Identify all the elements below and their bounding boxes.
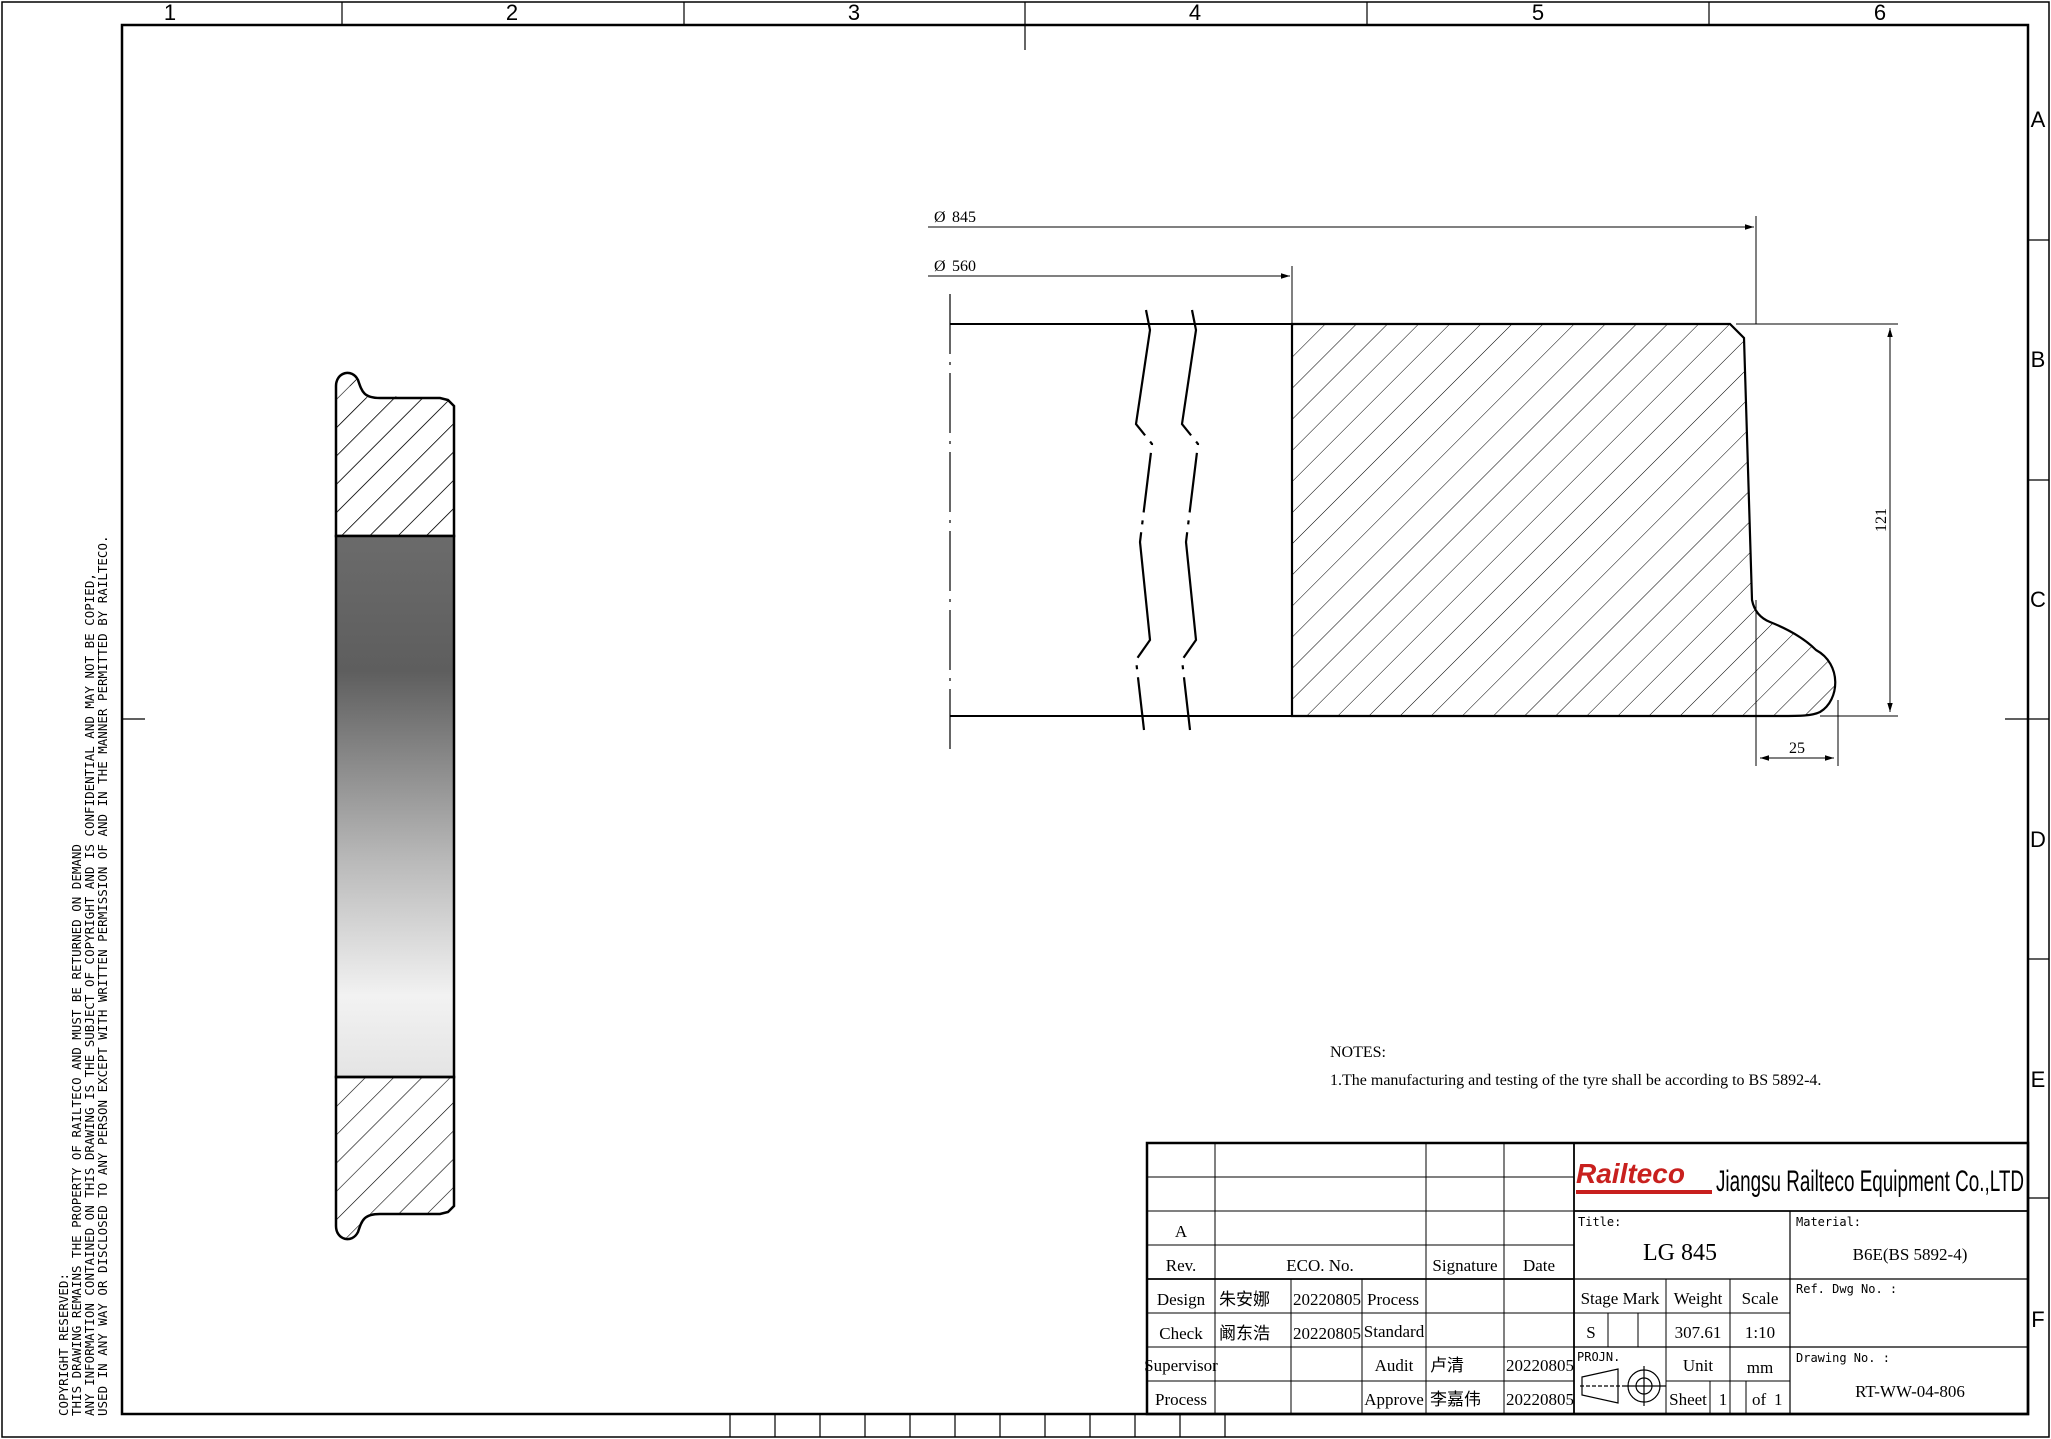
- stage-mark-label: Stage Mark: [1581, 1289, 1660, 1308]
- date-label: Date: [1523, 1256, 1555, 1275]
- of-label: of: [1752, 1390, 1767, 1409]
- audit-label: Audit: [1375, 1356, 1414, 1375]
- outer-diameter-value: 845: [952, 209, 976, 226]
- flange-value: 25: [1789, 740, 1805, 757]
- scale-label: Scale: [1742, 1289, 1779, 1308]
- copyright-notice: COPYRIGHT RESERVED: THIS DRAWING REMAINS…: [56, 536, 110, 1417]
- eco-label: ECO. No.: [1286, 1256, 1354, 1275]
- scale-value: 1:10: [1745, 1323, 1775, 1342]
- drawing-sheet: 1 2 3 4 5 6 A B C D E F COPYRIGHT RESERV…: [1, 0, 2050, 1438]
- design-label: Design: [1157, 1290, 1206, 1309]
- zone-col-5: 5: [1532, 0, 1544, 25]
- company-name: Jiangsu Railteco Equipment Co.,LTD: [1716, 1165, 2024, 1198]
- dimension-inner-diameter: Ø 560: [928, 258, 1293, 324]
- logo-underline: [1576, 1190, 1712, 1194]
- outer-diameter-symbol: Ø: [934, 209, 946, 226]
- title-label: Title:: [1578, 1215, 1621, 1229]
- material-label: Material:: [1796, 1215, 1861, 1229]
- profile-hatched-area: [1290, 322, 1837, 718]
- break-line-right: [1180, 309, 1200, 731]
- approve-name: 李嘉伟: [1430, 1390, 1481, 1409]
- rev-value: A: [1175, 1222, 1188, 1241]
- zone-row-a: A: [2031, 107, 2046, 132]
- standard-label: Standard: [1364, 1322, 1425, 1341]
- inner-diameter-symbol: Ø: [934, 258, 946, 275]
- tyre-section-bottom-outline: [334, 1075, 456, 1241]
- check-date: 20220805: [1293, 1324, 1361, 1343]
- ref-dwg-label: Ref. Dwg No. :: [1796, 1282, 1897, 1296]
- logo-text: Railteco: [1576, 1158, 1685, 1189]
- approve-label: Approve: [1364, 1390, 1423, 1409]
- unit-label: Unit: [1683, 1356, 1714, 1375]
- inner-diameter-value: 560: [952, 258, 976, 275]
- check-name: 阚东浩: [1219, 1324, 1270, 1343]
- sheet-label: Sheet: [1669, 1390, 1707, 1409]
- tyre-profile-detail: [949, 294, 1837, 756]
- zone-row-d: D: [2030, 827, 2046, 852]
- zone-row-f: F: [2031, 1307, 2044, 1332]
- notes-heading: NOTES:: [1330, 1044, 1386, 1061]
- unit-value: mm: [1747, 1358, 1773, 1377]
- height-value: 121: [1873, 508, 1890, 532]
- approve-date: 20220805: [1506, 1390, 1574, 1409]
- tyre-section-view: [334, 371, 456, 1241]
- drawing-no-value: RT-WW-04-806: [1855, 1382, 1965, 1401]
- sheet-total: 1: [1774, 1390, 1783, 1409]
- signature-label: Signature: [1432, 1256, 1497, 1275]
- outer-frame: [1, 1, 2050, 1438]
- drawing-no-label: Drawing No. :: [1796, 1351, 1890, 1365]
- audit-name: 卢清: [1430, 1356, 1464, 1375]
- tyre-bore: [334, 534, 456, 1079]
- dimension-outer-diameter: Ø 845: [928, 209, 1757, 324]
- zone-row-c: C: [2030, 587, 2046, 612]
- notes-item-1: 1.The manufacturing and testing of the t…: [1330, 1072, 1821, 1089]
- zone-col-6: 6: [1874, 0, 1886, 25]
- audit-date: 20220805: [1506, 1356, 1574, 1375]
- zone-row-e: E: [2031, 1067, 2046, 1092]
- weight-label: Weight: [1674, 1289, 1723, 1308]
- sheet-num: 1: [1719, 1390, 1728, 1409]
- tyre-section-top-outline: [334, 371, 456, 538]
- rev-label: Rev.: [1166, 1256, 1197, 1275]
- zone-col-3: 3: [848, 0, 860, 25]
- railteco-logo: Railteco: [1576, 1158, 1712, 1194]
- material-value: B6E(BS 5892-4): [1853, 1245, 1968, 1264]
- design-date: 20220805: [1293, 1290, 1361, 1309]
- projn-label: PROJN.: [1577, 1350, 1620, 1364]
- design-name: 朱安娜: [1219, 1290, 1270, 1309]
- check-label: Check: [1159, 1324, 1203, 1343]
- projection-symbol-icon: [1580, 1366, 1666, 1406]
- supervisor-label: Supervisor: [1144, 1356, 1218, 1375]
- process-label: Process: [1367, 1290, 1419, 1309]
- break-line-left: [1134, 309, 1154, 731]
- title-value: LG 845: [1643, 1240, 1717, 1266]
- zone-row-b: B: [2031, 347, 2046, 372]
- zone-col-1: 1: [164, 0, 176, 25]
- copyright-line-4: USED IN ANY WAY OR DISCLOSED TO ANY PERS…: [95, 536, 110, 1417]
- zone-col-4: 4: [1189, 0, 1201, 25]
- process2-label: Process: [1155, 1390, 1207, 1409]
- weight-value: 307.61: [1675, 1323, 1722, 1342]
- zone-col-2: 2: [506, 0, 518, 25]
- stage-value: S: [1586, 1323, 1595, 1342]
